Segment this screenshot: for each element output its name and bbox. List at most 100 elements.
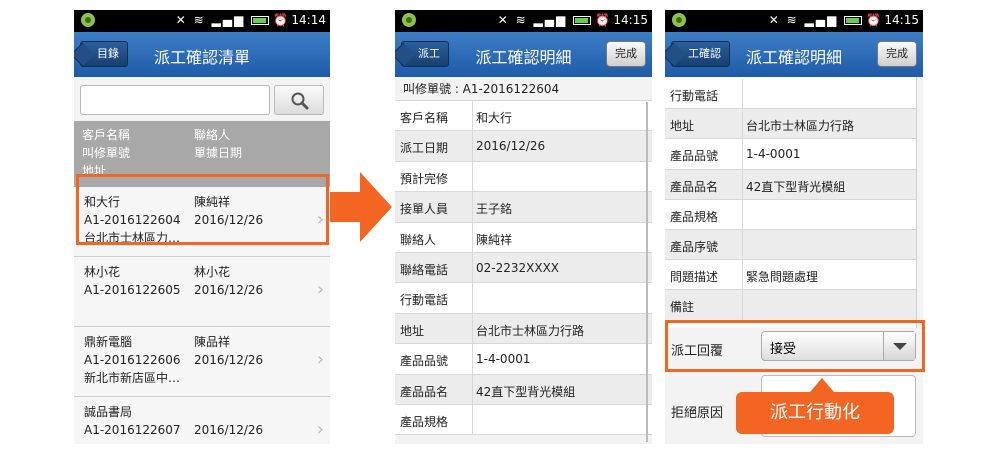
list-item[interactable]: 鼎新電腦 A1-2016122606 新北市新店區中… 陳品祥 2016/12/… (74, 327, 330, 397)
column-divider (742, 199, 743, 229)
detail-row-label: 問題描述 (670, 270, 719, 285)
status-bar: ✕ ≋ ▂▄▆ ⏰ 14:14 (74, 10, 330, 32)
flow-arrow-icon (330, 172, 392, 242)
column-divider (472, 161, 473, 192)
detail-row-label: 產品品號 (670, 149, 719, 164)
detail-row-value: 1-4-0001 (476, 352, 531, 367)
detail-row-label: 產品品名 (400, 384, 449, 399)
done-button[interactable]: 完成 (606, 41, 646, 67)
item-contact: 林小花 (194, 265, 231, 279)
detail-row-value: 42直下型背光模組 (746, 179, 846, 194)
column-divider (472, 253, 473, 283)
item-date: 2016/12/26 (194, 283, 264, 297)
detail-row: 聯絡電話 02-2232XXXX (395, 253, 652, 284)
detail-row-label: 客戶名稱 (400, 111, 449, 125)
detail-row-label: 預計完修 (400, 171, 449, 186)
list-item[interactable]: 林小花 A1-2016122605 林小花 2016/12/26 › (74, 257, 330, 327)
status-bar: ✕ ≋ ▂▄▆ ⏰ 14:15 (395, 10, 652, 32)
detail-row: 產品品號 1-4-0001 (665, 139, 916, 170)
detail-row: 產品品名 42直下型背光模組 (665, 169, 916, 200)
detail-row: 行動電話 (665, 79, 916, 110)
column-divider (742, 260, 743, 290)
detail-row-label: 接單人員 (400, 202, 449, 217)
list-item[interactable]: 誠品書局 A1-2016122607 2016/12/26 › (74, 397, 330, 444)
detail-row: 行動電話 (395, 283, 652, 314)
detail-row-label: 產品規格 (400, 415, 449, 429)
detail-row-value: 2016/12/26 (476, 139, 546, 154)
detail-row: 聯絡人 陳純祥 (395, 222, 652, 253)
column-divider (742, 79, 743, 109)
detail-row: 產品品號 1-4-0001 (395, 344, 652, 375)
clock: 14:15 (613, 13, 648, 27)
item-order: A1-2016122606 (84, 353, 181, 367)
column-divider (742, 290, 743, 320)
request-number: 叫修單號 : A1-2016122604 (403, 82, 560, 96)
title-bar: 派工 派工確認明細 完成 (395, 32, 652, 77)
title-bar: 目錄 派工確認清單 (74, 32, 330, 77)
column-divider (472, 131, 473, 161)
detail-row-value: 和大行 (476, 111, 513, 125)
detail-row-value: 台北市士林區力行路 (746, 119, 855, 134)
detail-row-value: 緊急問題處理 (746, 270, 819, 285)
column-divider (742, 169, 743, 199)
detail-row: 產品規格 (395, 405, 652, 436)
callout-label: 派工行動化 (736, 378, 894, 434)
search-button[interactable] (274, 85, 324, 115)
column-divider (742, 139, 743, 169)
detail-table: 行動電話地址 台北市士林區力行路產品品號 1-4-0001 產品品名 42直下型背光模組… (665, 77, 917, 328)
detail-row-label: 地址 (670, 119, 695, 134)
detail-row-value: 王子銘 (476, 202, 513, 217)
item-contact: 陳品祥 (194, 335, 231, 349)
column-divider (472, 344, 473, 374)
detail-row-label: 派工日期 (400, 141, 449, 156)
column-divider (472, 222, 473, 252)
android-icon (401, 12, 417, 31)
android-icon (671, 12, 687, 31)
clock: 14:15 (884, 13, 919, 27)
column-divider (742, 109, 743, 139)
detail-row: 地址 台北市士林區力行路 (395, 313, 652, 345)
page-title: 派工確認清單 (153, 48, 250, 67)
detail-row: 派工日期 2016/12/26 (395, 131, 652, 162)
detail-row-label: 產品序號 (670, 240, 719, 254)
header-customer: 客戶名稱 (82, 128, 131, 142)
scrollbar[interactable] (646, 102, 648, 442)
column-divider (472, 283, 473, 313)
highlight-frame (665, 320, 925, 372)
status-icons: ✕ ≋ ▂▄▆ ⏰ (768, 13, 883, 27)
title-bar: 工確認 派工確認明細 完成 (665, 32, 923, 77)
column-divider (472, 405, 473, 435)
item-customer: 林小花 (84, 265, 121, 279)
phone-detail-reply-screen: ✕ ≋ ▂▄▆ ⏰ 14:15 工確認 派工確認明細 完成 行動電話地址 台北市士… (665, 10, 923, 444)
header-date: 單據日期 (194, 146, 243, 160)
detail-row: 產品規格 (665, 199, 916, 230)
status-icons: ✕ ≋ ▂▄▆ ⏰ (497, 13, 612, 27)
header-contact: 聯絡人 (194, 128, 231, 142)
detail-row-label: 產品規格 (670, 209, 719, 224)
status-bar: ✕ ≋ ▂▄▆ ⏰ 14:15 (665, 10, 923, 32)
chevron-right-icon: › (316, 419, 324, 440)
detail-row-label: 產品品名 (670, 179, 719, 194)
detail-row-value: 42直下型背光模組 (476, 384, 576, 399)
detail-table: 客戶名稱 和大行派工日期 2016/12/26 預計完修接單人員 王子銘聯絡人 陳純祥 聯絡… (395, 100, 652, 444)
detail-row: 產品序號 (665, 230, 916, 261)
detail-row-value: 02-2232XXXX (476, 261, 560, 275)
column-divider (472, 313, 473, 344)
battery-icon (251, 16, 270, 25)
search-row (74, 77, 330, 121)
done-button[interactable]: 完成 (877, 41, 917, 67)
clock: 14:14 (291, 13, 326, 27)
detail-row: 接單人員 王子銘 (395, 192, 652, 223)
detail-row-value: 陳純祥 (476, 232, 513, 247)
detail-row-value: 台北市士林區力行路 (476, 323, 585, 338)
battery-icon (844, 16, 863, 25)
highlight-frame (76, 174, 329, 245)
detail-row: 預計完修 (395, 161, 652, 193)
detail-row-label: 備註 (670, 300, 695, 315)
item-order: A1-2016122605 (84, 283, 181, 297)
search-input[interactable] (80, 85, 270, 115)
detail-row-label: 行動電話 (670, 89, 719, 103)
detail-row-label: 行動電話 (400, 293, 449, 308)
column-divider (472, 192, 473, 222)
item-date: 2016/12/26 (194, 423, 264, 437)
